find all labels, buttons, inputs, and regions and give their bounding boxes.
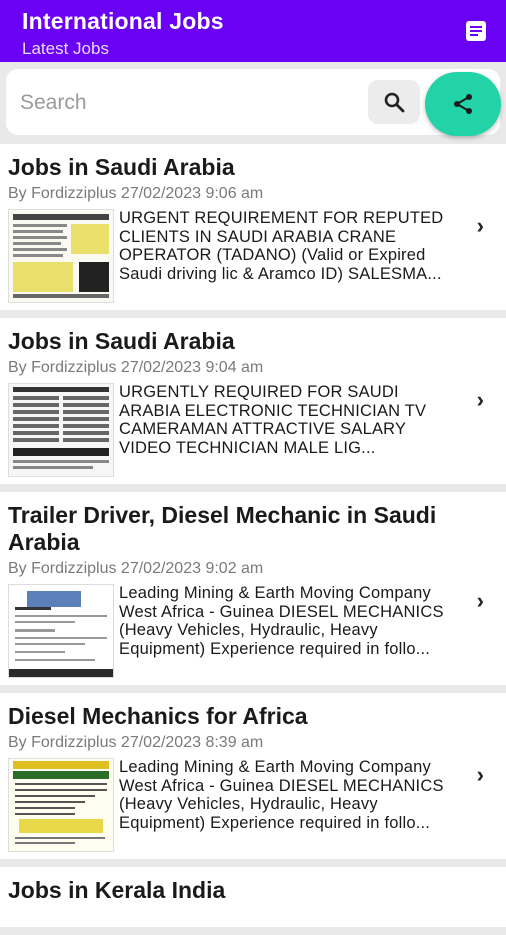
post-excerpt: URGENT REQUIREMENT FOR REPUTED CLIENTS I… <box>119 209 444 283</box>
chevron-right-icon[interactable]: › <box>477 387 484 413</box>
post-excerpt: URGENTLY REQUIRED FOR SAUDI ARABIA ELECT… <box>119 383 427 457</box>
post-meta: By Fordizziplus 27/02/2023 9:06 am <box>8 185 264 202</box>
list-item[interactable]: Jobs in Kerala India <box>0 867 506 927</box>
post-thumbnail <box>8 584 114 678</box>
share-icon <box>454 94 472 114</box>
post-thumbnail <box>8 209 114 303</box>
post-thumbnail <box>8 758 114 852</box>
share-fab[interactable] <box>425 72 501 136</box>
search-icon <box>384 92 405 113</box>
post-meta: By Fordizziplus 27/02/2023 9:04 am <box>8 359 264 376</box>
post-title: Trailer Driver, Diesel Mechanic in Saudi… <box>8 502 437 555</box>
app-bar: International Jobs Latest Jobs <box>0 0 506 62</box>
post-title: Jobs in Saudi Arabia <box>8 328 235 354</box>
post-meta: By Fordizziplus 27/02/2023 9:02 am <box>8 560 264 577</box>
post-thumbnail <box>8 383 114 477</box>
app-title: International Jobs <box>22 8 224 34</box>
post-meta: By Fordizziplus 27/02/2023 8:39 am <box>8 734 264 751</box>
article-icon[interactable] <box>464 19 488 43</box>
list-item[interactable]: Jobs in Saudi Arabia By Fordizziplus 27/… <box>0 144 506 310</box>
post-title: Diesel Mechanics for Africa <box>8 703 308 729</box>
post-title: Jobs in Kerala India <box>8 877 226 903</box>
chevron-right-icon[interactable]: › <box>477 213 484 239</box>
post-excerpt: Leading Mining & Earth Moving Company We… <box>119 584 444 658</box>
chevron-right-icon[interactable]: › <box>477 762 484 788</box>
search-button[interactable] <box>368 80 420 124</box>
post-title: Jobs in Saudi Arabia <box>8 154 235 180</box>
post-excerpt: Leading Mining & Earth Moving Company We… <box>119 758 444 832</box>
list-item[interactable]: Jobs in Saudi Arabia By Fordizziplus 27/… <box>0 318 506 484</box>
chevron-right-icon[interactable]: › <box>477 588 484 614</box>
post-list: Jobs in Saudi Arabia By Fordizziplus 27/… <box>0 144 506 935</box>
list-item[interactable]: Trailer Driver, Diesel Mechanic in Saudi… <box>0 492 506 685</box>
list-item[interactable]: Diesel Mechanics for Africa By Fordizzip… <box>0 693 506 859</box>
app-subtitle: Latest Jobs <box>22 39 109 58</box>
search-input[interactable]: Search <box>20 91 87 115</box>
